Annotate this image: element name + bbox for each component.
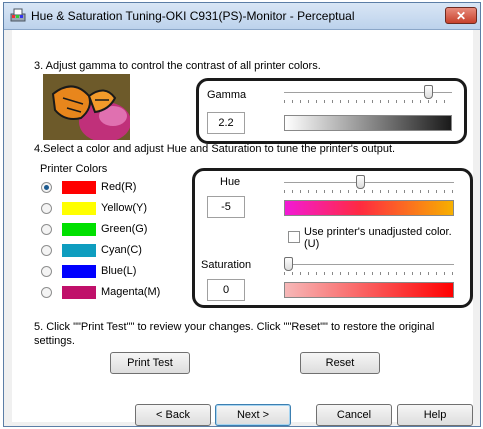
gamma-slider-ticks <box>284 100 452 103</box>
reset-button[interactable]: Reset <box>300 352 380 374</box>
color-label-0[interactable]: Red(R) <box>101 181 136 193</box>
color-swatch-1 <box>62 202 96 215</box>
saturation-value: 0 <box>222 284 230 296</box>
color-swatch-5 <box>62 286 96 299</box>
saturation-gradient-bar <box>284 282 454 298</box>
close-icon: ✕ <box>455 9 467 23</box>
gamma-label: Gamma <box>207 89 247 101</box>
hue-slider-track[interactable] <box>284 182 454 184</box>
print-test-button[interactable]: Print Test <box>110 352 190 374</box>
title-bar[interactable]: Hue & Saturation Tuning-OKI C931(PS)-Mon… <box>4 3 480 30</box>
color-swatch-4 <box>62 265 96 278</box>
dialog-content: 3. Adjust gamma to control the contrast … <box>12 30 473 426</box>
color-swatch-2 <box>62 223 96 236</box>
dialog-window: Hue & Saturation Tuning-OKI C931(PS)-Mon… <box>3 2 481 427</box>
saturation-label: Saturation <box>201 259 252 271</box>
color-radio-2[interactable] <box>41 224 52 235</box>
color-radio-4[interactable] <box>41 266 52 277</box>
close-button[interactable]: ✕ <box>445 7 477 24</box>
use-unadjusted-accesskey: (U) <box>304 238 320 250</box>
color-label-2[interactable]: Green(G) <box>101 223 147 235</box>
hue-slider-ticks <box>284 190 454 193</box>
step3-instruction: 3. Adjust gamma to control the contrast … <box>34 60 321 72</box>
color-label-5[interactable]: Magenta(M) <box>101 286 160 298</box>
butterfly-icon <box>43 74 131 142</box>
gamma-slider-thumb[interactable] <box>423 85 433 99</box>
use-unadjusted-checkbox[interactable] <box>288 231 300 243</box>
gamma-gradient-bar <box>284 115 452 131</box>
color-radio-1[interactable] <box>41 203 52 214</box>
color-radio-3[interactable] <box>41 245 52 256</box>
butterfly-image <box>43 74 131 142</box>
step5-instruction-line2: settings. <box>34 335 75 347</box>
color-radio-0[interactable] <box>41 182 52 193</box>
gamma-value: 2.2 <box>218 117 234 129</box>
back-button[interactable]: < Back <box>135 404 211 426</box>
step5-instruction-line1: 5. Click ""Print Test"" to review your c… <box>34 321 435 333</box>
color-swatch-3 <box>62 244 96 257</box>
printer-colors-heading: Printer Colors <box>40 163 108 175</box>
window-title: Hue & Saturation Tuning-OKI C931(PS)-Mon… <box>31 9 355 23</box>
printer-color-icon <box>10 8 26 22</box>
hue-slider-thumb[interactable] <box>356 175 366 189</box>
next-button[interactable]: Next > <box>215 404 291 426</box>
saturation-slider-ticks <box>284 272 454 275</box>
hue-gradient-bar <box>284 200 454 216</box>
step4-instruction: 4.Select a color and adjust Hue and Satu… <box>34 143 396 155</box>
cancel-button[interactable]: Cancel <box>316 404 392 426</box>
use-unadjusted-label[interactable]: Use printer's unadjusted color. <box>304 226 452 238</box>
color-label-4[interactable]: Blue(L) <box>101 265 136 277</box>
hue-label: Hue <box>220 176 241 188</box>
hue-value: -5 <box>221 201 231 213</box>
color-swatch-0 <box>62 181 96 194</box>
color-label-3[interactable]: Cyan(C) <box>101 244 142 256</box>
gamma-value-box[interactable]: 2.2 <box>207 112 245 134</box>
help-button[interactable]: Help <box>397 404 473 426</box>
hue-value-box[interactable]: -5 <box>207 196 245 218</box>
color-radio-5[interactable] <box>41 287 52 298</box>
saturation-slider-track[interactable] <box>284 264 454 266</box>
saturation-slider-thumb[interactable] <box>284 257 293 271</box>
saturation-value-box[interactable]: 0 <box>207 279 245 301</box>
color-label-1[interactable]: Yellow(Y) <box>101 202 147 214</box>
